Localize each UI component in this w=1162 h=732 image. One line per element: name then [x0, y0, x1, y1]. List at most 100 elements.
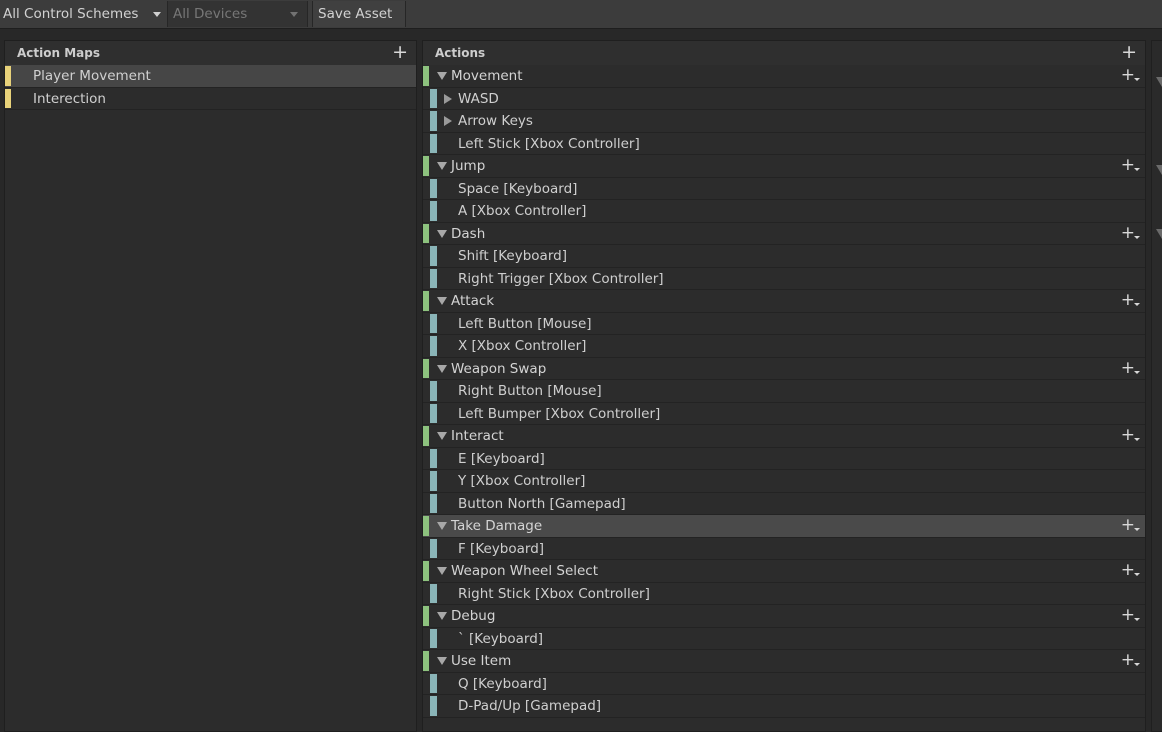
- binding-color-bar: [430, 583, 437, 603]
- actions-list: Movement + WASD Arrow Keys Left Stick [Xbox …: [423, 65, 1145, 718]
- binding-color-bar: [430, 88, 437, 108]
- expand-triangle-icon[interactable]: [437, 657, 447, 665]
- action-color-bar: [423, 223, 429, 243]
- add-binding-icon[interactable]: +: [1121, 425, 1141, 445]
- expand-triangle-icon[interactable]: [437, 297, 447, 305]
- expand-triangle-icon[interactable]: [437, 364, 447, 373]
- binding-color-bar: [430, 178, 437, 198]
- action-item[interactable]: Weapon Wheel Select +: [423, 560, 1145, 583]
- binding-item[interactable]: E [Keyboard]: [423, 448, 1145, 470]
- binding-item[interactable]: Left Bumper [Xbox Controller]: [423, 403, 1145, 425]
- action-map-item[interactable]: Player Movement: [5, 65, 416, 88]
- add-binding-icon[interactable]: +: [1121, 605, 1141, 625]
- binding-label: Shift [Keyboard]: [458, 248, 567, 264]
- binding-item[interactable]: Y [Xbox Controller]: [423, 470, 1145, 493]
- control-schemes-dropdown[interactable]: All Control Schemes: [3, 1, 165, 27]
- action-item[interactable]: Debug +: [423, 605, 1145, 628]
- binding-label: F [Keyboard]: [458, 540, 545, 557]
- binding-item[interactable]: Left Stick [Xbox Controller]: [423, 133, 1145, 155]
- add-binding-icon[interactable]: +: [1121, 223, 1141, 243]
- binding-label: Right Trigger [Xbox Controller]: [458, 270, 664, 287]
- add-action-map-icon[interactable]: +: [392, 41, 408, 63]
- action-item[interactable]: Take Damage +: [423, 515, 1145, 538]
- action-color-bar: [423, 651, 429, 671]
- action-label: Attack: [451, 293, 495, 309]
- action-map-color-bar: [5, 88, 11, 108]
- binding-item[interactable]: Right Button [Mouse]: [423, 380, 1145, 403]
- binding-color-bar: [430, 313, 437, 333]
- foldout-arrow-icon[interactable]: [1156, 77, 1162, 87]
- action-color-bar: [423, 358, 429, 378]
- binding-item[interactable]: Space [Keyboard]: [423, 178, 1145, 200]
- action-item[interactable]: Weapon Swap +: [423, 358, 1145, 380]
- add-action-icon[interactable]: +: [1121, 41, 1137, 63]
- binding-label: Left Bumper [Xbox Controller]: [458, 405, 661, 422]
- expand-triangle-icon[interactable]: [437, 522, 447, 530]
- expand-triangle-icon[interactable]: [437, 612, 447, 620]
- action-item[interactable]: Dash +: [423, 223, 1145, 245]
- expand-triangle-icon[interactable]: [437, 229, 447, 238]
- add-binding-icon[interactable]: +: [1121, 560, 1141, 580]
- action-label: Jump: [451, 158, 486, 174]
- action-label: Dash: [451, 225, 486, 242]
- binding-color-bar: [430, 628, 437, 648]
- action-maps-title: Action Maps: [17, 46, 100, 60]
- action-color-bar: [423, 426, 429, 446]
- action-label: Debug: [451, 608, 496, 624]
- action-item[interactable]: Use Item +: [423, 650, 1145, 673]
- add-binding-icon[interactable]: +: [1121, 515, 1141, 535]
- binding-item[interactable]: A [Xbox Controller]: [423, 200, 1145, 223]
- actions-header: Actions +: [423, 41, 1145, 65]
- expand-triangle-icon[interactable]: [437, 162, 447, 170]
- binding-item[interactable]: D-Pad/Up [Gamepad]: [423, 695, 1145, 718]
- binding-label: Space [Keyboard]: [458, 180, 578, 197]
- expand-triangle-icon[interactable]: [437, 432, 447, 440]
- action-color-bar: [423, 561, 429, 581]
- binding-item[interactable]: Q [Keyboard]: [423, 673, 1145, 695]
- composite-binding-item[interactable]: WASD: [423, 88, 1145, 110]
- binding-label: WASD: [458, 90, 499, 107]
- binding-label: D-Pad/Up [Gamepad]: [458, 698, 602, 714]
- binding-color-bar: [430, 381, 437, 401]
- binding-item[interactable]: Shift [Keyboard]: [423, 245, 1145, 268]
- binding-item[interactable]: Button North [Gamepad]: [423, 493, 1145, 515]
- save-asset-label: Save Asset: [318, 6, 393, 22]
- save-asset-button[interactable]: Save Asset: [312, 1, 406, 27]
- action-map-item[interactable]: Interection: [5, 88, 416, 110]
- add-binding-icon[interactable]: +: [1121, 290, 1141, 310]
- expand-triangle-icon[interactable]: [437, 72, 447, 80]
- collapsed-triangle-icon[interactable]: [444, 116, 452, 126]
- add-binding-icon[interactable]: +: [1121, 358, 1141, 378]
- binding-label: Right Stick [Xbox Controller]: [458, 585, 650, 602]
- foldout-arrow-icon[interactable]: [1156, 165, 1162, 175]
- composite-binding-item[interactable]: Arrow Keys: [423, 110, 1145, 133]
- add-binding-icon[interactable]: +: [1121, 155, 1141, 175]
- action-item[interactable]: Attack +: [423, 290, 1145, 313]
- binding-item[interactable]: F [Keyboard]: [423, 538, 1145, 560]
- binding-label: Left Stick [Xbox Controller]: [458, 135, 640, 152]
- devices-dropdown[interactable]: All Devices: [167, 1, 308, 27]
- action-label: Take Damage: [451, 518, 543, 534]
- binding-color-bar: [430, 111, 437, 131]
- binding-item[interactable]: Right Stick [Xbox Controller]: [423, 583, 1145, 605]
- action-map-label: Interection: [33, 90, 106, 107]
- add-binding-icon[interactable]: +: [1121, 65, 1141, 85]
- collapsed-triangle-icon[interactable]: [444, 93, 452, 104]
- binding-color-bar: [430, 336, 437, 356]
- binding-item[interactable]: ` [Keyboard]: [423, 628, 1145, 650]
- action-item[interactable]: Jump +: [423, 155, 1145, 178]
- add-binding-icon[interactable]: +: [1121, 650, 1141, 670]
- foldout-arrow-icon[interactable]: [1156, 229, 1162, 239]
- control-schemes-label: All Control Schemes: [3, 6, 139, 22]
- action-color-bar: [423, 291, 429, 311]
- binding-item[interactable]: Left Button [Mouse]: [423, 313, 1145, 335]
- action-item[interactable]: Interact +: [423, 425, 1145, 448]
- binding-item[interactable]: X [Xbox Controller]: [423, 335, 1145, 358]
- actions-title: Actions: [435, 46, 486, 60]
- action-color-bar: [423, 66, 429, 86]
- binding-item[interactable]: Right Trigger [Xbox Controller]: [423, 268, 1145, 290]
- binding-label: Button North [Gamepad]: [458, 495, 626, 512]
- action-item[interactable]: Movement +: [423, 65, 1145, 88]
- chevron-down-icon: [290, 12, 298, 17]
- expand-triangle-icon[interactable]: [437, 567, 447, 575]
